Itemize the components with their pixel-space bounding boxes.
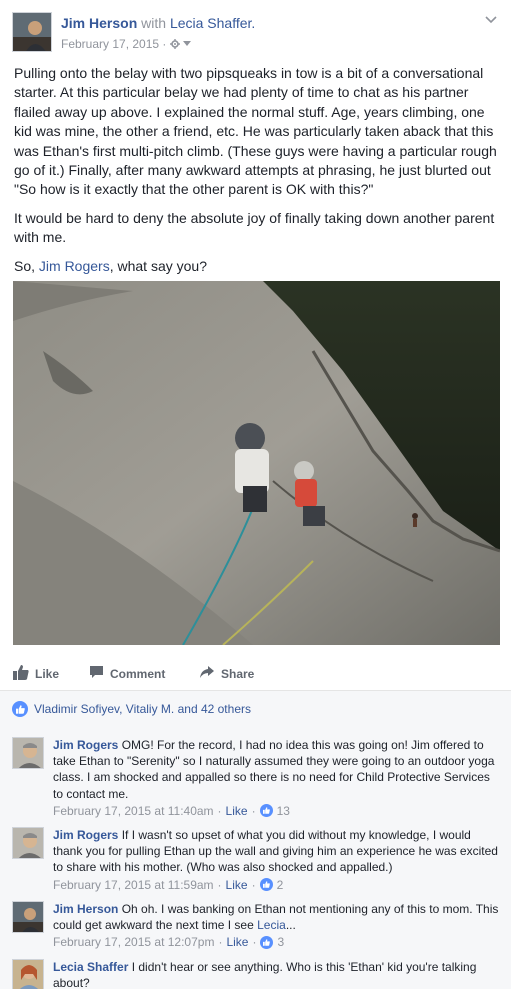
post-paragraph-suffix: , what say you? — [109, 257, 207, 274]
reactions-summary[interactable]: Vladimir Sofiyev, Vitaliy M. and 42 othe… — [12, 701, 251, 717]
commenter-name-link[interactable]: Jim Rogers — [53, 828, 118, 842]
post-text: Pulling onto the belay with two pipsquea… — [14, 64, 500, 285]
author-name-link[interactable]: Jim Herson — [61, 15, 137, 31]
author-avatar-image — [13, 13, 51, 51]
comment-body: Lecia Shaffer I didn't hear or see anyth… — [53, 959, 499, 989]
author-line: Jim Herson with Lecia Shaffer. — [61, 15, 255, 31]
mention-link[interactable]: Lecia — [257, 918, 286, 932]
comment-like-count[interactable]: 3 — [277, 934, 284, 950]
comment-timestamp[interactable]: February 17, 2015 at 12:07pm — [53, 934, 214, 950]
commenter-name-link[interactable]: Jim Herson — [53, 902, 118, 916]
commenter-name-link[interactable]: Jim Rogers — [53, 738, 118, 752]
post-actions-bar: Like Comment Share — [0, 655, 511, 691]
gear-icon[interactable] — [169, 37, 183, 51]
comment-like-button[interactable]: Like — [226, 934, 248, 950]
like-reaction-icon — [259, 804, 273, 818]
post-options-chevron-icon[interactable] — [485, 13, 497, 27]
commenter-avatar[interactable] — [12, 827, 44, 859]
comment-timestamp[interactable]: February 17, 2015 at 11:59am — [53, 877, 214, 893]
mention-link[interactable]: Jim Rogers — [39, 258, 110, 274]
like-reaction-icon — [12, 701, 28, 717]
post-paragraph: It would be hard to deny the absolute jo… — [14, 209, 495, 246]
tagged-user-link[interactable]: Lecia Shaffer. — [170, 15, 255, 31]
post-photo[interactable] — [13, 281, 500, 645]
thumbs-up-icon — [13, 665, 29, 683]
comment-body: Jim Herson Oh oh. I was banking on Ethan… — [53, 901, 499, 951]
with-word: with — [141, 15, 167, 31]
commenter-avatar[interactable] — [12, 959, 44, 989]
comment-text: If I wasn't so upset of what you did wit… — [53, 828, 498, 875]
post-paragraph-prefix: So, — [14, 257, 36, 274]
reactions-summary-text: Vladimir Sofiyev, Vitaliy M. and 42 othe… — [34, 702, 251, 716]
comment-action-label: Comment — [110, 666, 166, 681]
comment-timestamp[interactable]: February 17, 2015 at 11:40am — [53, 803, 214, 819]
commenter-name-link[interactable]: Lecia Shaffer — [53, 960, 128, 974]
audience-dropdown-icon[interactable] — [183, 37, 192, 51]
comment-action-button[interactable]: Comment — [89, 665, 165, 682]
share-action-button[interactable]: Share — [199, 665, 254, 682]
dot-separator: · — [162, 37, 170, 51]
post-paragraph: So, Jim Rogers, what say you? — [14, 257, 500, 276]
comment-meta: February 17, 2015 at 12:07pm · Like · 3 — [53, 934, 285, 950]
like-action-button[interactable]: Like — [13, 665, 59, 683]
post-date[interactable]: February 17, 2015 — [61, 37, 159, 51]
comment-text-block: Jim Rogers If I wasn't so upset of what … — [53, 827, 499, 876]
comment-like-button[interactable]: Like — [226, 877, 248, 893]
commenter-avatar[interactable] — [12, 901, 44, 933]
comment-body: Jim Rogers OMG! For the record, I had no… — [53, 737, 499, 819]
climbing-photo — [13, 281, 500, 645]
comment-text-block: Jim Rogers OMG! For the record, I had no… — [53, 737, 499, 802]
comment-text-suffix: ... — [285, 918, 296, 933]
author-avatar[interactable] — [12, 12, 52, 52]
comment-like-count[interactable]: 13 — [277, 803, 290, 819]
comment-body: Jim Rogers If I wasn't so upset of what … — [53, 827, 499, 893]
like-action-label: Like — [35, 667, 60, 681]
comment-bubble-icon — [89, 665, 104, 682]
post-meta: February 17, 2015 · — [61, 37, 192, 51]
comment-text-block: Lecia Shaffer I didn't hear or see anyth… — [53, 959, 499, 989]
share-arrow-icon — [199, 665, 215, 682]
comment-meta: February 17, 2015 at 11:59am · Like · 2 — [53, 877, 284, 893]
post-card: Jim Herson with Lecia Shaffer. February … — [0, 0, 511, 989]
commenter-avatar[interactable] — [12, 737, 44, 769]
comment-like-count[interactable]: 2 — [277, 877, 284, 893]
comment-meta: February 17, 2015 at 11:40am · Like · 13 — [53, 803, 290, 819]
share-action-label: Share — [221, 666, 255, 681]
post-paragraph: Pulling onto the belay with two pipsquea… — [14, 65, 497, 198]
comment-text: OMG! For the record, I had no idea this … — [53, 738, 495, 801]
like-reaction-icon — [260, 936, 274, 949]
comment-like-button[interactable]: Like — [226, 803, 248, 819]
comment-text-block: Jim Herson Oh oh. I was banking on Ethan… — [53, 901, 499, 933]
like-reaction-icon — [259, 878, 273, 892]
comments-section: Vladimir Sofiyev, Vitaliy M. and 42 othe… — [0, 690, 511, 989]
